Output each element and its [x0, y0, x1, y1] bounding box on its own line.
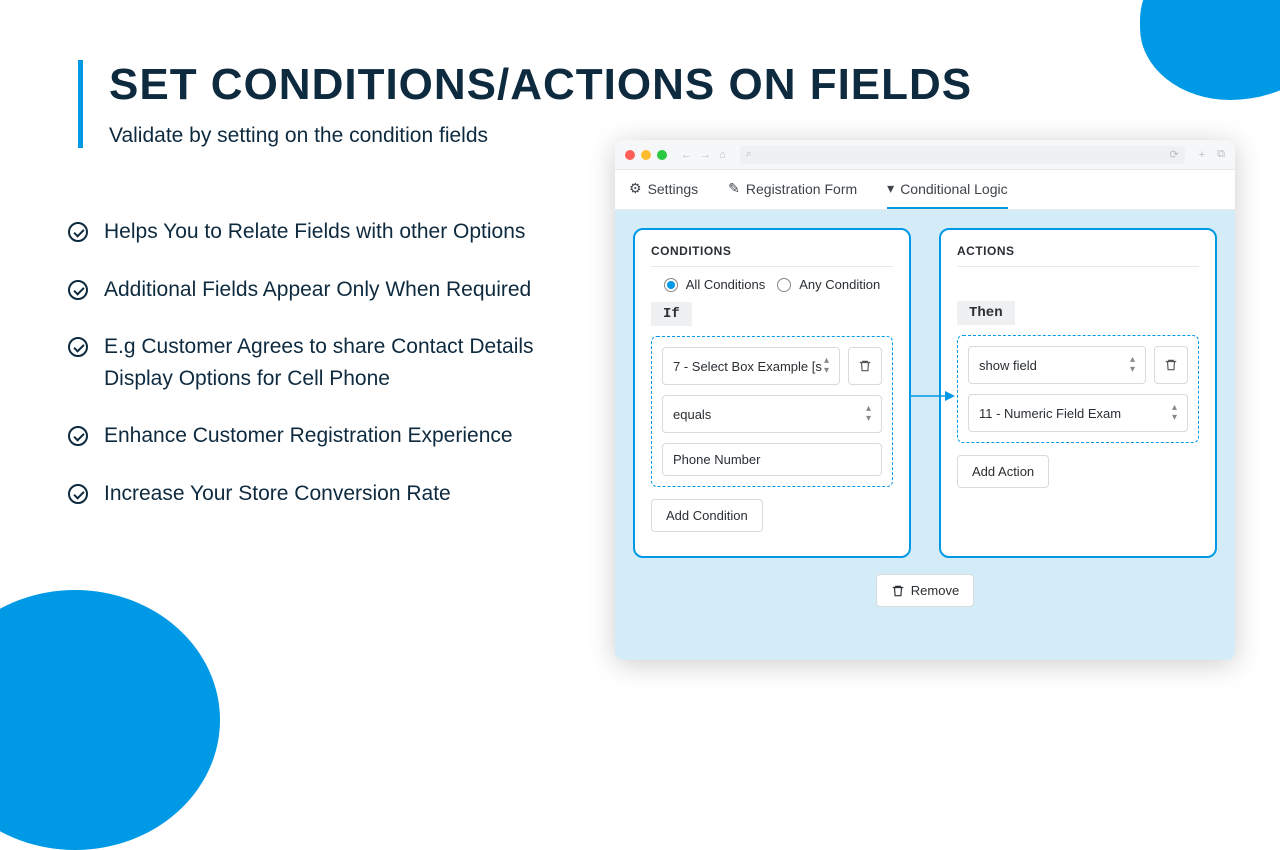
- refresh-icon[interactable]: ⟳: [1169, 148, 1178, 161]
- tab-bar: ⚙ Settings ✎ Registration Form ▾ Conditi…: [615, 170, 1235, 210]
- title-block: SET CONDITIONS/ACTIONS ON FIELDS Validat…: [78, 60, 972, 148]
- edit-form-icon: ✎: [728, 180, 740, 197]
- close-dot-icon[interactable]: [625, 150, 635, 160]
- check-circle-icon: [68, 222, 88, 242]
- bullet-text: Increase Your Store Conversion Rate: [104, 478, 451, 510]
- condition-mode-radios: All Conditions Any Condition: [651, 277, 893, 292]
- tab-label: Conditional Logic: [900, 181, 1007, 197]
- home-icon[interactable]: ⌂: [719, 149, 726, 161]
- gear-icon: ⚙: [629, 180, 642, 197]
- editor-canvas: CONDITIONS All Conditions Any Condition …: [615, 210, 1235, 660]
- bullet-text: Enhance Customer Registration Experience: [104, 420, 513, 452]
- browser-titlebar: ← → ⌂ ⌕ ⟳ + ⧉: [615, 140, 1235, 170]
- delete-condition-button[interactable]: [848, 347, 882, 385]
- chevron-updown-icon: ▴▾: [1130, 355, 1135, 375]
- condition-value-input[interactable]: Phone Number: [662, 443, 882, 476]
- bullet-text: Helps You to Relate Fields with other Op…: [104, 216, 525, 248]
- chevron-updown-icon: ▴▾: [866, 404, 871, 424]
- bullet-item: Helps You to Relate Fields with other Op…: [68, 216, 598, 248]
- tab-registration-form[interactable]: ✎ Registration Form: [728, 170, 857, 209]
- bullet-text: E.g Customer Agrees to share Contact Det…: [104, 331, 598, 394]
- add-action-button[interactable]: Add Action: [957, 455, 1049, 488]
- add-condition-button[interactable]: Add Condition: [651, 499, 763, 532]
- chevron-updown-icon: ▴▾: [824, 356, 829, 376]
- button-label: Add Action: [972, 464, 1034, 479]
- trash-icon: [858, 359, 872, 373]
- minimize-dot-icon[interactable]: [641, 150, 651, 160]
- divider: [957, 266, 1199, 267]
- tab-conditional-logic[interactable]: ▾ Conditional Logic: [887, 170, 1007, 209]
- trash-icon: [1164, 358, 1178, 372]
- bullet-text: Additional Fields Appear Only When Requi…: [104, 274, 531, 306]
- feature-bullets: Helps You to Relate Fields with other Op…: [68, 216, 598, 535]
- action-target-select[interactable]: 11 - Numeric Field Exam ▴▾: [968, 394, 1188, 432]
- bullet-item: Enhance Customer Registration Experience: [68, 420, 598, 452]
- chevron-updown-icon: ▴▾: [1172, 403, 1177, 423]
- radio-all-conditions[interactable]: [664, 278, 678, 292]
- action-type-select[interactable]: show field ▴▾: [968, 346, 1146, 384]
- check-circle-icon: [68, 337, 88, 357]
- action-rule-box: show field ▴▾ 11 - Numeric Field Exam ▴▾: [957, 335, 1199, 443]
- page-title: SET CONDITIONS/ACTIONS ON FIELDS: [109, 60, 972, 110]
- then-tag: Then: [957, 301, 1015, 325]
- bullet-item: Additional Fields Appear Only When Requi…: [68, 274, 598, 306]
- delete-action-button[interactable]: [1154, 346, 1188, 384]
- bullet-item: E.g Customer Agrees to share Contact Det…: [68, 331, 598, 394]
- tab-settings[interactable]: ⚙ Settings: [629, 170, 698, 209]
- forward-arrow-icon[interactable]: →: [700, 149, 711, 161]
- remove-rule-button[interactable]: Remove: [876, 574, 974, 607]
- new-tab-icon[interactable]: +: [1199, 149, 1205, 161]
- url-bar[interactable]: ⌕ ⟳: [740, 146, 1185, 164]
- tab-label: Registration Form: [746, 181, 857, 197]
- actions-panel: ACTIONS Then show field ▴▾: [939, 228, 1217, 558]
- conditions-panel: CONDITIONS All Conditions Any Condition …: [633, 228, 911, 558]
- bullet-item: Increase Your Store Conversion Rate: [68, 478, 598, 510]
- check-circle-icon: [68, 280, 88, 300]
- decorative-blob-bottom-left: [0, 590, 220, 850]
- radio-label: Any Condition: [799, 277, 880, 292]
- radio-any-condition[interactable]: [777, 278, 791, 292]
- button-label: Remove: [911, 583, 959, 598]
- select-value: show field: [979, 358, 1037, 373]
- radio-label: All Conditions: [686, 277, 766, 292]
- check-circle-icon: [68, 484, 88, 504]
- back-arrow-icon[interactable]: ←: [681, 149, 692, 161]
- input-value: Phone Number: [673, 452, 760, 467]
- copy-icon[interactable]: ⧉: [1217, 148, 1225, 161]
- select-value: 7 - Select Box Example [s: [673, 359, 822, 374]
- decorative-blob-top-right: [1140, 0, 1280, 100]
- trash-icon: [891, 584, 905, 598]
- app-window: ← → ⌂ ⌕ ⟳ + ⧉ ⚙ Settings ✎ Registration …: [615, 140, 1235, 660]
- button-label: Add Condition: [666, 508, 748, 523]
- connector-arrow-icon: [911, 386, 951, 388]
- condition-field-select[interactable]: 7 - Select Box Example [s ▴▾: [662, 347, 840, 385]
- divider: [651, 266, 893, 267]
- condition-rule-box: 7 - Select Box Example [s ▴▾ equals ▴▾: [651, 336, 893, 487]
- panel-heading: CONDITIONS: [651, 244, 893, 258]
- if-tag: If: [651, 302, 692, 326]
- search-icon: ⌕: [746, 148, 752, 161]
- check-circle-icon: [68, 426, 88, 446]
- filter-icon: ▾: [887, 180, 894, 197]
- select-value: equals: [673, 407, 711, 422]
- tab-label: Settings: [648, 181, 699, 197]
- panel-heading: ACTIONS: [957, 244, 1199, 258]
- condition-operator-select[interactable]: equals ▴▾: [662, 395, 882, 433]
- maximize-dot-icon[interactable]: [657, 150, 667, 160]
- select-value: 11 - Numeric Field Exam: [979, 406, 1121, 421]
